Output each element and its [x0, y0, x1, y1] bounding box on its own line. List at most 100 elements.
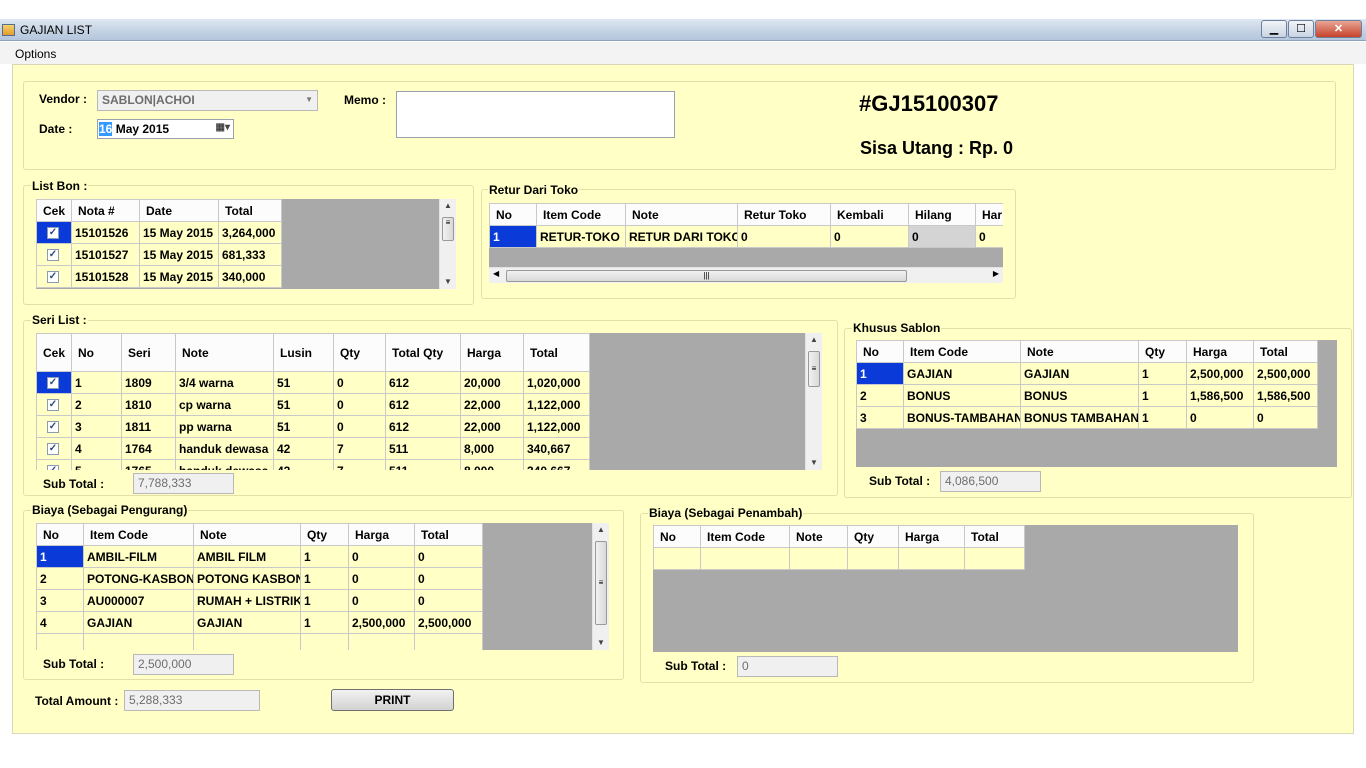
checkbox-checked[interactable]: ✓ — [47, 443, 59, 456]
cell-harga[interactable]: 0 — [348, 567, 415, 590]
cell-harga[interactable]: 8,000 — [460, 459, 524, 470]
cell-harga[interactable]: 2,500,000 — [1186, 362, 1254, 385]
cell-seri[interactable]: 1764 — [121, 437, 176, 460]
cell-harga[interactable]: 22,000 — [460, 415, 524, 438]
cell-cek[interactable]: ✓ — [36, 221, 72, 244]
col-date[interactable]: Date — [139, 199, 219, 222]
cell-cek[interactable]: ✓ — [36, 459, 72, 470]
col-qty[interactable]: Qty — [300, 523, 349, 546]
table-row[interactable]: 1 AMBIL-FILM AMBIL FILM 1 0 0 — [36, 545, 483, 568]
col-item-code[interactable]: Item Code — [903, 340, 1021, 363]
cell-seri[interactable]: 1810 — [121, 393, 176, 416]
col-no[interactable]: No — [653, 525, 701, 548]
cell-date[interactable]: 15 May 2015 — [139, 243, 219, 266]
cell-note[interactable]: GAJIAN — [193, 611, 301, 634]
cell-total[interactable]: 0 — [414, 589, 483, 612]
table-row[interactable]: 1 RETUR-TOKO RETUR DARI TOKO 0 0 0 0 — [489, 225, 1003, 248]
cell-total-qty[interactable]: 511 — [385, 437, 461, 460]
cell-hilang[interactable]: 0 — [908, 225, 976, 248]
col-hilang[interactable]: Hilang — [908, 203, 976, 226]
khusus-sablon-grid[interactable]: No Item Code Note Qty Harga Total 1 GAJIA… — [856, 340, 1337, 467]
col-kembali[interactable]: Kembali — [830, 203, 909, 226]
cell-total[interactable]: 1,122,000 — [523, 415, 590, 438]
cell-harga[interactable]: 2,500,000 — [348, 611, 415, 634]
table-row[interactable]: ✓ 1 1809 3/4 warna 51 0 612 20,000 1,020,000 — [36, 371, 590, 394]
cell-note[interactable]: handuk dewasa — [175, 437, 274, 460]
cell-no[interactable]: 5 — [71, 459, 122, 470]
cell-nota[interactable]: 15101527 — [71, 243, 140, 266]
biaya-penambah-grid[interactable]: No Item Code Note Qty Harga Total — [653, 525, 1238, 652]
cell-note[interactable]: BONUS TAMBAHAN — [1020, 406, 1139, 429]
col-qty[interactable]: Qty — [1138, 340, 1187, 363]
minimize-button[interactable]: ▁ — [1261, 20, 1287, 38]
cell-item-code[interactable]: POTONG-KASBON — [83, 567, 194, 590]
col-harga[interactable]: Harga — [1186, 340, 1254, 363]
col-no[interactable]: No — [71, 333, 122, 372]
cell-lusin[interactable]: 51 — [273, 371, 334, 394]
date-picker[interactable]: 16 May 2015 ▦▾ — [97, 119, 234, 139]
list-bon-grid[interactable]: Cek Nota # Date Total ✓ 15101526 15 May 20… — [36, 199, 456, 289]
col-no[interactable]: No — [489, 203, 537, 226]
cell-kembali[interactable]: 0 — [830, 225, 909, 248]
checkbox-checked[interactable]: ✓ — [47, 421, 59, 434]
cell-total[interactable]: 0 — [1253, 406, 1318, 429]
cell-total-qty[interactable]: 612 — [385, 371, 461, 394]
cell-harga[interactable] — [348, 633, 415, 650]
cell-qty[interactable]: 0 — [333, 415, 386, 438]
cell-total[interactable]: 340,000 — [218, 265, 282, 288]
table-row[interactable]: 3 AU000007 RUMAH + LISTRIK 1 0 0 — [36, 589, 483, 612]
cell-qty[interactable]: 1 — [300, 611, 349, 634]
col-note[interactable]: Note — [175, 333, 274, 372]
cell-seri[interactable]: 1811 — [121, 415, 176, 438]
cell-qty[interactable]: 7 — [333, 437, 386, 460]
col-har[interactable]: Har — [975, 203, 1003, 226]
maximize-button[interactable]: ☐ — [1288, 20, 1314, 38]
table-row[interactable]: ✓ 3 1811 pp warna 51 0 612 22,000 1,122,000 — [36, 415, 590, 438]
cell-qty[interactable] — [300, 633, 349, 650]
cell-total[interactable]: 2,500,000 — [414, 611, 483, 634]
col-qty[interactable]: Qty — [333, 333, 386, 372]
cell-qty[interactable]: 1 — [300, 589, 349, 612]
cell-no[interactable]: 2 — [71, 393, 122, 416]
col-qty[interactable]: Qty — [847, 525, 899, 548]
vendor-combobox[interactable]: SABLON|ACHOI ▼ — [97, 90, 318, 111]
table-row[interactable]: ✓ 2 1810 cp warna 51 0 612 22,000 1,122,000 — [36, 393, 590, 416]
cell-item-code[interactable]: RETUR-TOKO — [536, 225, 626, 248]
table-row[interactable]: ✓ 4 1764 handuk dewasa 42 7 511 8,000 340,667 — [36, 437, 590, 460]
checkbox-checked[interactable]: ✓ — [47, 227, 59, 240]
cell-cek[interactable]: ✓ — [36, 415, 72, 438]
cell-total-qty[interactable]: 511 — [385, 459, 461, 470]
table-row[interactable]: 1 GAJIAN GAJIAN 1 2,500,000 2,500,000 — [856, 362, 1318, 385]
cell-total[interactable]: 2,500,000 — [1253, 362, 1318, 385]
col-total[interactable]: Total — [218, 199, 282, 222]
menu-options[interactable]: Options — [15, 47, 56, 61]
col-item-code[interactable]: Item Code — [83, 523, 194, 546]
col-retur-toko[interactable]: Retur Toko — [737, 203, 831, 226]
cell-no[interactable]: 3 — [856, 406, 904, 429]
table-row-new[interactable] — [653, 547, 1025, 570]
cell-total[interactable]: 340,667 — [523, 459, 590, 470]
col-harga[interactable]: Harga — [898, 525, 965, 548]
checkbox-checked[interactable]: ✓ — [47, 399, 59, 412]
close-button[interactable]: ✕ — [1315, 20, 1362, 38]
cell-cek[interactable]: ✓ — [36, 437, 72, 460]
cell-har[interactable]: 0 — [975, 225, 1003, 248]
cell-cek[interactable]: ✓ — [36, 265, 72, 288]
cell-no[interactable]: 3 — [71, 415, 122, 438]
cell-total[interactable]: 0 — [414, 545, 483, 568]
cell-no[interactable]: 1 — [36, 545, 84, 568]
cell-lusin[interactable]: 42 — [273, 437, 334, 460]
col-nota[interactable]: Nota # — [71, 199, 140, 222]
cell-item-code[interactable]: BONUS — [903, 384, 1021, 407]
cell-qty[interactable]: 1 — [300, 567, 349, 590]
cell-harga[interactable]: 0 — [348, 545, 415, 568]
cell-note[interactable]: 3/4 warna — [175, 371, 274, 394]
cell-nota[interactable]: 15101526 — [71, 221, 140, 244]
cell-no[interactable]: 3 — [36, 589, 84, 612]
cell-item-code[interactable]: GAJIAN — [83, 611, 194, 634]
cell-lusin[interactable]: 51 — [273, 415, 334, 438]
seri-list-scrollbar[interactable]: ▲ ≡ ▼ — [805, 333, 822, 470]
table-row[interactable]: 3 BONUS-TAMBAHAN BONUS TAMBAHAN 1 0 0 — [856, 406, 1318, 429]
col-total[interactable]: Total — [964, 525, 1025, 548]
cell-note[interactable]: RETUR DARI TOKO — [625, 225, 738, 248]
